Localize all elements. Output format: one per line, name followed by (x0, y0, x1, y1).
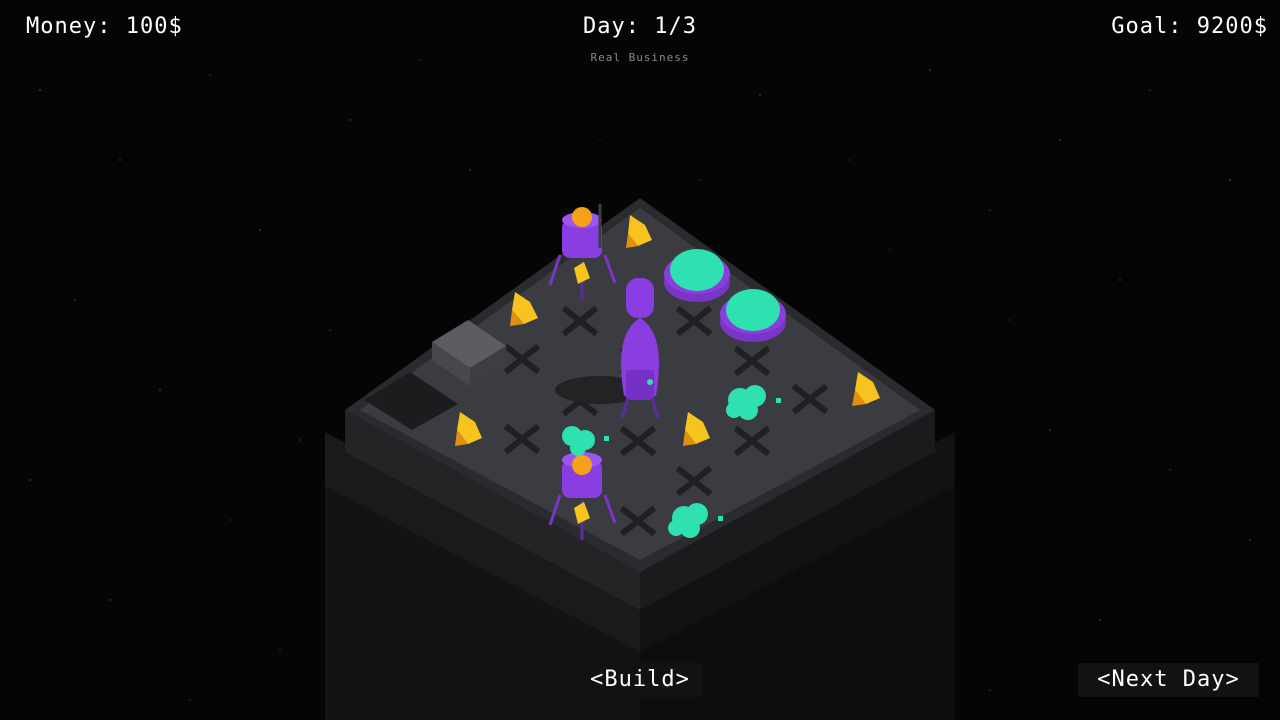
goal-counter: Goal: 9200$ (1111, 14, 1268, 39)
business-subtitle: Real Business (590, 51, 690, 64)
build-button[interactable]: <Build> (577, 663, 703, 697)
day-counter: Day: 1/3 (583, 14, 697, 39)
next-day-button[interactable]: <Next Day> (1078, 663, 1259, 697)
game-scene (325, 198, 955, 720)
